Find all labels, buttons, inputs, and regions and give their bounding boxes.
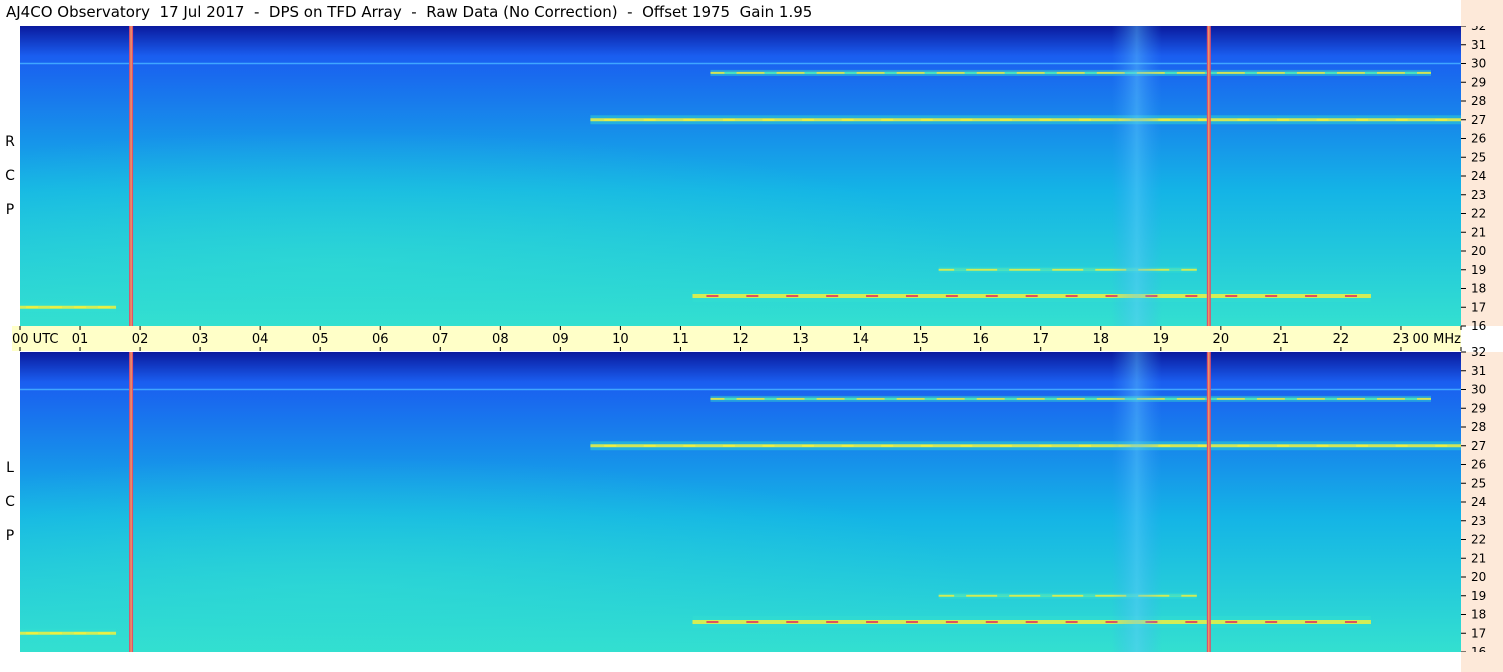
time-tick-label-13: 13	[792, 332, 809, 347]
feature-broadband_vertical	[1111, 26, 1162, 326]
time-tick-label-11: 11	[672, 332, 689, 347]
freq-tick-label-18: 18	[1471, 282, 1486, 296]
lcp-letter-1: L	[6, 460, 14, 476]
time-tick-label-4: 04	[252, 332, 269, 347]
utc-time-axis: 00 UTC 01 02 03 04 05 06 07 08 09 10 11 12 13 14 15 16 17…	[12, 326, 1462, 351]
freq-tick-label-17: 17	[1471, 626, 1486, 640]
freq-tick-label-21: 21	[1471, 551, 1486, 565]
freq-tick-label-20: 20	[1471, 244, 1486, 258]
freq-tick-label-32: 32	[1471, 345, 1486, 359]
time-tick-label-24: 00 MHz	[1413, 332, 1462, 347]
time-tick-label-14: 14	[852, 332, 869, 347]
freq-tick-label-27: 27	[1471, 439, 1486, 453]
freq-tick-label-22: 22	[1471, 207, 1486, 221]
freq-tick-label-28: 28	[1471, 94, 1486, 108]
freq-tick-label-24: 24	[1471, 169, 1486, 183]
time-tick-label-0: 00 UTC	[12, 332, 58, 347]
rcp-letter-3: P	[5, 202, 15, 218]
time-tick-label-21: 21	[1273, 332, 1290, 347]
lcp-spectrogram	[20, 352, 1461, 652]
time-tick-label-3: 03	[192, 332, 209, 347]
feature-band_29_5	[710, 395, 1431, 402]
time-tick-label-8: 08	[492, 332, 509, 347]
time-tick-label-10: 10	[612, 332, 629, 347]
lcp-spectrogram-svg	[20, 352, 1461, 652]
lcp-letter-3: P	[5, 528, 15, 544]
time-tick-label-12: 12	[732, 332, 749, 347]
freq-tick-label-28: 28	[1471, 420, 1486, 434]
freq-tick-label-27: 27	[1471, 113, 1486, 127]
frequency-axis-footer	[1461, 652, 1503, 672]
freq-tick-label-31: 31	[1471, 364, 1486, 378]
time-tick-label-19: 19	[1153, 332, 1170, 347]
freq-tick-label-30: 30	[1471, 383, 1486, 397]
time-tick-label-15: 15	[912, 332, 929, 347]
plot-title: AJ4CO Observatory 17 Jul 2017 - DPS on T…	[6, 3, 813, 21]
freq-tick-label-19: 19	[1471, 589, 1486, 603]
time-tick-label-5: 05	[312, 332, 329, 347]
freq-tick-label-18: 18	[1471, 608, 1486, 622]
time-tick-label-6: 06	[372, 332, 389, 347]
feature-band_27	[590, 115, 1461, 125]
freq-tick-label-19: 19	[1471, 263, 1486, 277]
freq-tick-label-25: 25	[1471, 150, 1486, 164]
feature-band_17	[20, 628, 117, 638]
time-tick-label-9: 09	[552, 332, 569, 347]
lcp-label: L C P	[3, 451, 17, 553]
freq-tick-label-30: 30	[1471, 57, 1486, 71]
freq-tick-label-29: 29	[1471, 75, 1486, 89]
feature-broadband_vertical	[1111, 352, 1162, 652]
freq-tick-label-17: 17	[1471, 300, 1486, 314]
freq-tick-label-16: 16	[1471, 319, 1486, 333]
frequency-axis-header	[1461, 0, 1503, 26]
freq-tick-label-20: 20	[1471, 570, 1486, 584]
rcp-letter-2: C	[5, 168, 15, 184]
time-tick-label-1: 01	[72, 332, 89, 347]
freq-tick-label-26: 26	[1471, 132, 1486, 146]
freq-tick-label-23: 23	[1471, 188, 1486, 202]
feature-band_17	[20, 302, 117, 312]
freq-tick-label-25: 25	[1471, 476, 1486, 490]
feature-band_29_5	[710, 69, 1431, 76]
time-tick-label-22: 22	[1333, 332, 1350, 347]
feature-band_17_5	[692, 290, 1371, 302]
time-tick-label-18: 18	[1092, 332, 1109, 347]
rcp-spectrogram	[20, 26, 1461, 326]
lcp-letter-2: C	[5, 494, 15, 510]
freq-tick-label-24: 24	[1471, 495, 1486, 509]
freq-tick-label-22: 22	[1471, 533, 1486, 547]
time-tick-label-7: 07	[432, 332, 449, 347]
feature-band_27	[590, 441, 1461, 451]
rcp-label: R C P	[3, 125, 17, 227]
rcp-frequency-axis: 32 31 30 29 28 27 26 25 24 23 22 21 20 19 18 17 16	[1461, 19, 1503, 333]
freq-tick-label-29: 29	[1471, 401, 1486, 415]
time-tick-label-20: 20	[1213, 332, 1230, 347]
freq-tick-label-26: 26	[1471, 458, 1486, 472]
feature-band_17_5	[692, 616, 1371, 628]
freq-tick-label-21: 21	[1471, 225, 1486, 239]
lcp-frequency-axis: 3231302928272625242322212019181716	[1461, 345, 1503, 659]
freq-tick-label-31: 31	[1471, 38, 1486, 52]
rcp-letter-1: R	[5, 134, 15, 150]
freq-tick-label-23: 23	[1471, 514, 1486, 528]
time-tick-label-23: 23	[1393, 332, 1410, 347]
rcp-spectrogram-svg	[20, 26, 1461, 326]
time-tick-label-17: 17	[1032, 332, 1049, 347]
time-tick-label-16: 16	[972, 332, 989, 347]
time-tick-label-2: 02	[132, 332, 149, 347]
